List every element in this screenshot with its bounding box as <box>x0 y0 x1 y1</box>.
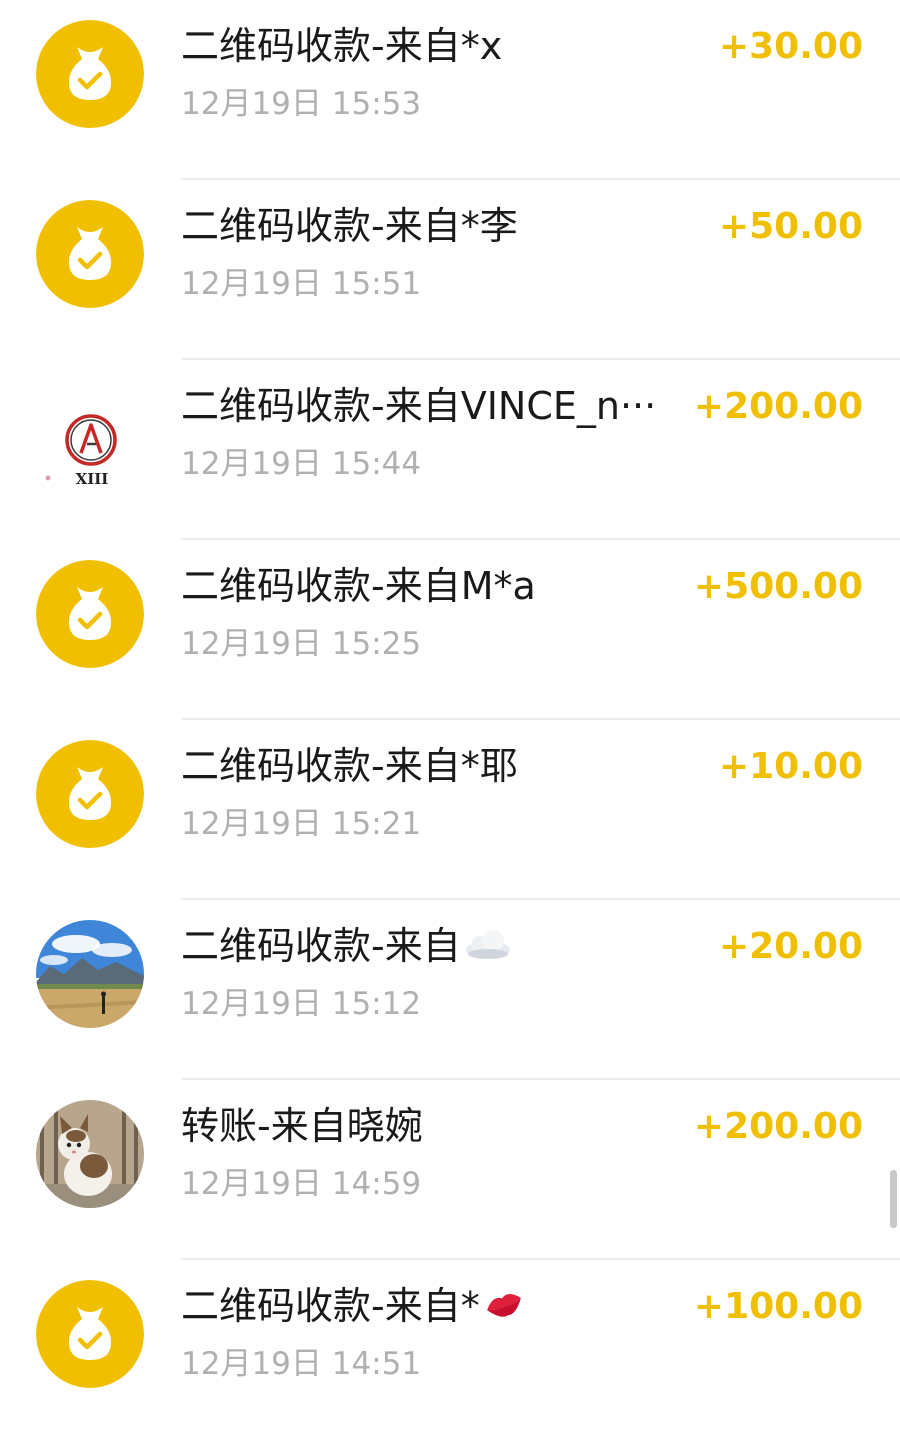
transaction-time: 12月19日 15:53 <box>181 86 422 122</box>
money-bag-icon <box>36 740 144 848</box>
transaction-time: 12月19日 15:25 <box>181 626 422 662</box>
transaction-row[interactable]: 二维码收款-来自*李 12月19日 15:51 +50.00 <box>0 180 900 360</box>
money-bag-icon <box>36 200 144 308</box>
transaction-row[interactable]: 转账-来自晓婉 12月19日 14:59 +200.00 <box>0 1080 900 1260</box>
scrollbar-thumb[interactable] <box>890 1170 897 1228</box>
transaction-title: 二维码收款-来自M*a <box>181 564 536 608</box>
cloud-emoji-icon <box>463 923 513 975</box>
money-bag-icon <box>36 560 144 668</box>
transaction-time: 12月19日 15:12 <box>181 986 422 1022</box>
cat-photo-avatar <box>36 1100 144 1208</box>
transaction-row[interactable]: XIII 二维码收款-来自VINCE_n··· 12月19日 15:44 +20… <box>0 360 900 540</box>
transaction-title: 二维码收款-来自 <box>181 920 681 975</box>
transaction-amount: +20.00 <box>718 926 863 967</box>
transaction-title: 二维码收款-来自*李 <box>181 204 518 248</box>
transaction-time: 12月19日 15:51 <box>181 266 422 302</box>
transaction-amount: +200.00 <box>693 1106 863 1147</box>
linkin-park-logo-avatar: XIII <box>36 380 144 488</box>
transaction-time: 12月19日 15:44 <box>181 446 422 482</box>
transaction-title: 二维码收款-来自* <box>181 1280 681 1335</box>
transaction-title: 二维码收款-来自*x <box>181 24 503 68</box>
transaction-row[interactable]: 二维码收款-来自*x 12月19日 15:53 +30.00 <box>0 0 900 180</box>
transaction-time: 12月19日 15:21 <box>181 806 422 842</box>
transaction-title-text: 二维码收款-来自 <box>181 924 461 968</box>
transaction-title: 转账-来自晓婉 <box>181 1104 423 1148</box>
transaction-row[interactable]: 二维码收款-来自*耶 12月19日 15:21 +10.00 <box>0 720 900 900</box>
transaction-amount: +200.00 <box>693 386 863 427</box>
transaction-time: 12月19日 14:51 <box>181 1346 422 1382</box>
transaction-row[interactable]: 二维码收款-来自 12月19日 15:12 +20.00 <box>0 900 900 1080</box>
kiss-lips-emoji-icon <box>482 1283 526 1335</box>
money-bag-icon <box>36 1280 144 1388</box>
transaction-amount: +500.00 <box>693 566 863 607</box>
landscape-photo-avatar <box>36 920 144 1028</box>
transaction-title: 二维码收款-来自*耶 <box>181 744 518 788</box>
logo-text: XIII <box>76 470 109 488</box>
transaction-row[interactable]: 二维码收款-来自* 12月19日 14:51 +100.00 <box>0 1260 900 1440</box>
transaction-row[interactable]: 二维码收款-来自M*a 12月19日 15:25 +500.00 <box>0 540 900 720</box>
transaction-amount: +50.00 <box>718 206 863 247</box>
transaction-amount: +30.00 <box>718 26 863 67</box>
transaction-amount: +100.00 <box>693 1286 863 1327</box>
transaction-amount: +10.00 <box>718 746 863 787</box>
transaction-title: 二维码收款-来自VINCE_n··· <box>181 384 657 428</box>
transaction-title-text: 二维码收款-来自* <box>181 1284 480 1328</box>
money-bag-icon <box>36 20 144 128</box>
transaction-time: 12月19日 14:59 <box>181 1166 422 1202</box>
